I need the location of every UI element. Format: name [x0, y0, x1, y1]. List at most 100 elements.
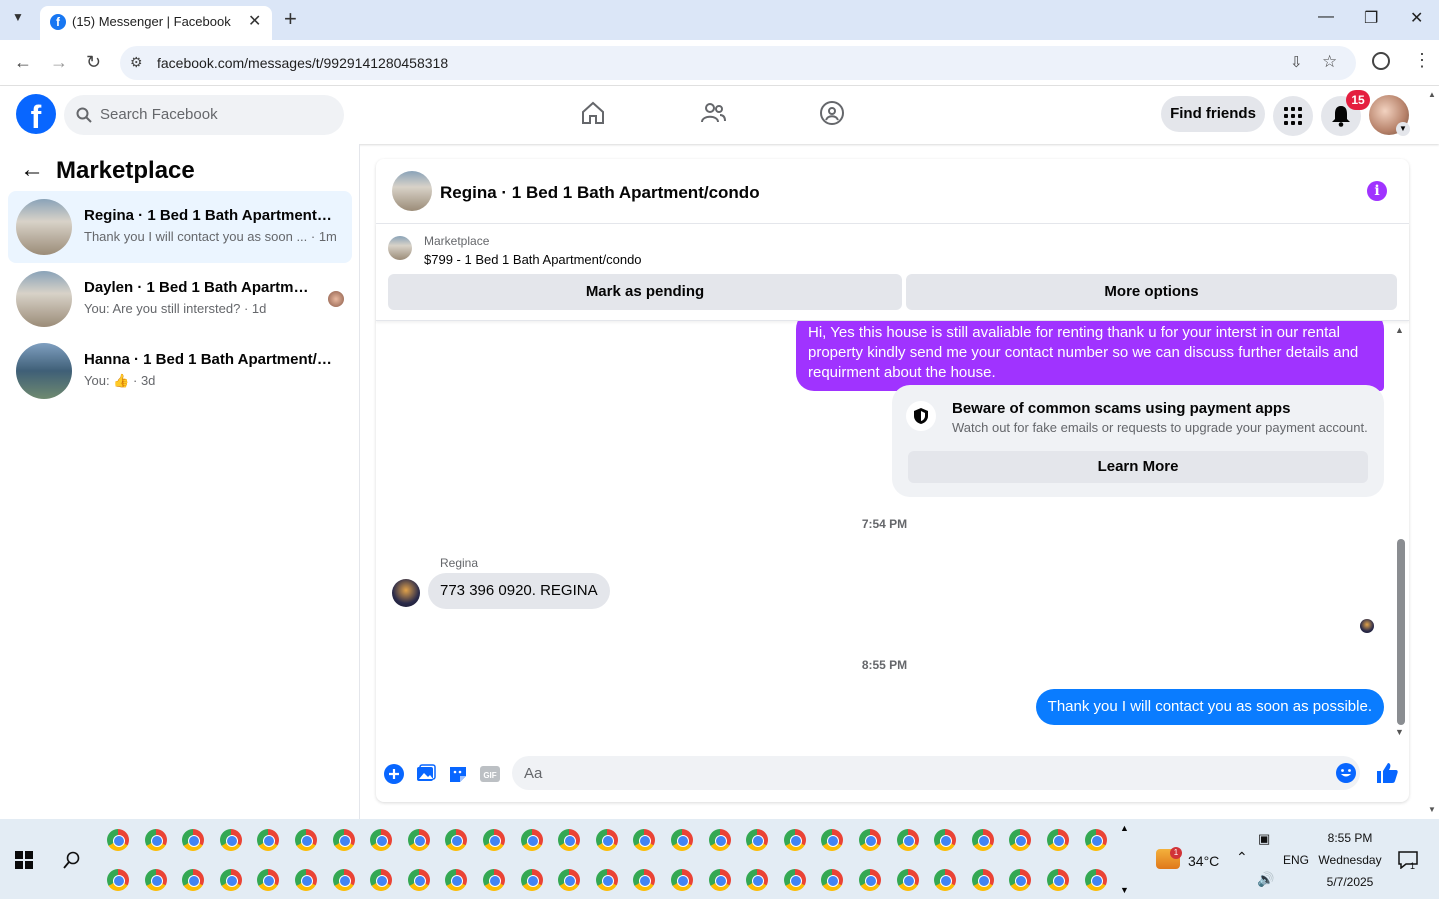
listing-thumbnail[interactable]	[388, 236, 412, 260]
gif-icon[interactable]: GIF	[480, 764, 500, 784]
forward-icon[interactable]: →	[50, 52, 68, 73]
clock-time[interactable]: 8:55 PM	[1320, 831, 1380, 845]
taskbar-app-icon[interactable]	[144, 829, 167, 851]
taskbar-app-icon[interactable]	[859, 869, 881, 891]
taskbar-app-icon[interactable]	[295, 869, 317, 891]
restore-icon[interactable]: ❐	[1364, 8, 1378, 28]
taskbar-app-icon[interactable]	[107, 829, 129, 851]
groups-icon[interactable]	[819, 100, 845, 126]
address-bar[interactable]: ⚙ facebook.com/messages/t/99291412804583…	[120, 46, 1356, 80]
taskbar-app-icon[interactable]	[219, 869, 242, 891]
search-input[interactable]: Search Facebook	[64, 95, 344, 135]
conversation-item-regina[interactable]: Regina · 1 Bed 1 Bath Apartment/c... Tha…	[8, 191, 352, 263]
plus-circle-icon[interactable]	[384, 764, 404, 784]
taskbar-app-icon[interactable]	[1084, 869, 1107, 891]
find-friends-button[interactable]: Find friends	[1161, 96, 1265, 132]
chevron-down-icon[interactable]: ▼	[1396, 122, 1410, 136]
more-options-button[interactable]: More options	[906, 274, 1397, 310]
taskbar-app-icon[interactable]	[407, 829, 430, 851]
taskbar-app-icon[interactable]	[934, 869, 957, 891]
taskbar-app-icon[interactable]	[1009, 829, 1032, 851]
language-indicator[interactable]: ENG	[1283, 853, 1309, 867]
back-icon[interactable]: ←	[14, 52, 32, 73]
taskbar-app-icon[interactable]	[859, 829, 881, 851]
taskbar-app-icon[interactable]	[558, 869, 581, 891]
close-window-icon[interactable]: ✕	[1410, 8, 1423, 28]
taskbar-app-icon[interactable]	[407, 869, 430, 891]
chat-avatar[interactable]	[392, 171, 432, 211]
taskbar-app-icon[interactable]	[708, 829, 731, 851]
taskbar-app-icon[interactable]	[595, 869, 618, 891]
tab-list-chevron-icon[interactable]: ▼	[12, 10, 24, 24]
taskbar-app-icon[interactable]	[971, 869, 994, 891]
taskbar-app-icon[interactable]	[520, 829, 543, 851]
minimize-icon[interactable]: —	[1318, 8, 1334, 26]
taskbar-app-icon[interactable]	[107, 869, 129, 891]
info-icon[interactable]: i	[1367, 181, 1387, 201]
taskbar-app-icon[interactable]	[257, 869, 280, 891]
home-icon[interactable]	[580, 100, 606, 126]
sender-avatar[interactable]	[392, 579, 420, 607]
taskbar-app-icon[interactable]	[445, 829, 468, 851]
taskbar-app-icon[interactable]	[182, 869, 205, 891]
menu-grid-button[interactable]	[1273, 96, 1313, 136]
taskbar-app-icon[interactable]	[783, 829, 806, 851]
windows-start-icon[interactable]	[15, 851, 33, 869]
taskbar-app-icon[interactable]	[934, 829, 957, 851]
sticker-icon[interactable]	[448, 764, 468, 784]
profile-icon[interactable]	[1372, 52, 1390, 70]
taskbar-app-icon[interactable]	[257, 829, 280, 851]
taskbar-app-icon[interactable]	[671, 869, 693, 891]
clock-date[interactable]: 5/7/2025	[1320, 875, 1380, 889]
emoji-icon[interactable]	[1336, 763, 1356, 783]
taskbar-app-icon[interactable]	[1009, 869, 1032, 891]
page-scroll-up[interactable]: ▲	[1428, 90, 1436, 99]
taskbar-search-icon[interactable]	[63, 851, 81, 869]
listing-title[interactable]: $799 - 1 Bed 1 Bath Apartment/condo	[424, 252, 642, 267]
taskbar-app-icon[interactable]	[520, 869, 543, 891]
chat-title[interactable]: Regina · 1 Bed 1 Bath Apartment/condo	[440, 183, 760, 203]
friends-icon[interactable]	[700, 100, 726, 126]
taskbar-scroll-down[interactable]: ▼	[1120, 885, 1129, 895]
show-hidden-icons-chevron[interactable]: ⌃	[1236, 849, 1248, 866]
taskbar-app-icon[interactable]	[746, 869, 769, 891]
thumbs-up-send-icon[interactable]	[1376, 762, 1398, 784]
volume-icon[interactable]: 🔊	[1257, 871, 1274, 888]
menu-kebab-icon[interactable]: ⋮	[1413, 50, 1431, 71]
scroll-down-arrow[interactable]: ▼	[1395, 727, 1404, 737]
taskbar-app-icon[interactable]	[332, 869, 355, 891]
taskbar-app-icon[interactable]	[783, 869, 806, 891]
taskbar-app-icon[interactable]	[370, 869, 393, 891]
taskbar-app-icon[interactable]	[896, 869, 919, 891]
learn-more-button[interactable]: Learn More	[908, 451, 1368, 483]
taskbar-app-icon[interactable]	[671, 829, 693, 851]
browser-tab[interactable]: f (15) Messenger | Facebook ✕	[40, 6, 272, 40]
weather-temp[interactable]: 34°C	[1188, 853, 1219, 869]
taskbar-app-icon[interactable]	[1084, 829, 1107, 851]
taskbar-app-icon[interactable]	[1047, 869, 1069, 891]
bookmark-star-icon[interactable]: ☆	[1322, 52, 1337, 72]
clock-day[interactable]: Wednesday	[1316, 853, 1384, 867]
reload-icon[interactable]: ↻	[86, 52, 101, 73]
taskbar-app-icon[interactable]	[370, 829, 393, 851]
taskbar-app-icon[interactable]	[182, 829, 205, 851]
taskbar-scroll-up[interactable]: ▲	[1120, 823, 1129, 833]
scrollbar-thumb[interactable]	[1397, 539, 1405, 725]
taskbar-app-icon[interactable]	[971, 829, 994, 851]
taskbar-app-icon[interactable]	[445, 869, 468, 891]
photo-icon[interactable]	[416, 764, 436, 784]
taskbar-app-icon[interactable]	[595, 829, 618, 851]
taskbar-app-icon[interactable]	[821, 869, 844, 891]
site-settings-icon[interactable]: ⚙	[130, 54, 143, 71]
scroll-up-arrow[interactable]: ▲	[1395, 325, 1404, 335]
page-scroll-down[interactable]: ▼	[1428, 805, 1436, 814]
taskbar-app-icon[interactable]	[708, 869, 731, 891]
taskbar-app-icon[interactable]	[633, 869, 656, 891]
taskbar-app-icon[interactable]	[633, 829, 656, 851]
taskbar-app-icon[interactable]	[896, 829, 919, 851]
conversation-item-hanna[interactable]: Hanna · 1 Bed 1 Bath Apartment/c... You:…	[8, 335, 352, 407]
facebook-logo-icon[interactable]: f	[16, 94, 56, 134]
taskbar-app-icon[interactable]	[1047, 829, 1069, 851]
mark-as-pending-button[interactable]: Mark as pending	[388, 274, 902, 310]
close-tab-icon[interactable]: ✕	[248, 11, 261, 31]
